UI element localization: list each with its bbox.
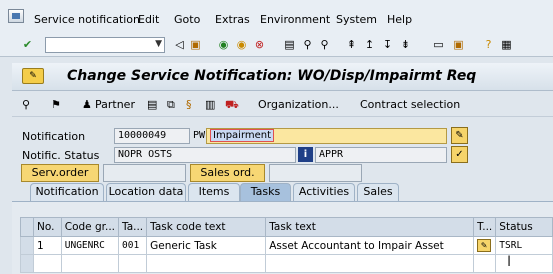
exit-icon[interactable]: ◉ [234, 37, 249, 52]
first-page-icon[interactable]: ⇞ [344, 37, 359, 52]
menu-system[interactable]: System [336, 13, 377, 26]
create-session-icon[interactable]: ▭ [431, 37, 446, 52]
select-all-cell[interactable] [19, 217, 35, 237]
tab-location-data[interactable]: Location data [106, 183, 186, 201]
tab-notification[interactable]: Notification [30, 183, 104, 201]
notification-text-field[interactable]: Impairment [206, 128, 447, 144]
column-header-task-text[interactable]: Task text [265, 217, 475, 237]
sales-order-button[interactable]: Sales ord. [190, 164, 265, 182]
find-next-icon[interactable]: ⚲ [317, 37, 332, 52]
cell-task[interactable]: 001 [118, 236, 148, 255]
copy-icon[interactable]: ⧉ [167, 98, 175, 112]
sap-menu-icon[interactable] [8, 9, 24, 23]
cell-task-code-text[interactable] [146, 254, 267, 273]
check-status-icon[interactable]: ✓ [451, 146, 468, 163]
contract-selection-button[interactable]: Contract selection [360, 98, 460, 111]
menu-environment[interactable]: Environment [260, 13, 330, 26]
money-icon[interactable]: § [186, 98, 192, 111]
status-info-label: i [303, 149, 308, 160]
print-icon[interactable]: ▤ [282, 37, 297, 52]
status-value: NOPR OSTS [118, 149, 173, 160]
chevron-down-icon[interactable]: ▼ [155, 39, 162, 49]
cancel-icon[interactable]: ⊗ [252, 37, 267, 52]
display-object-icon[interactable]: ⚲ [22, 98, 30, 111]
cell-no[interactable] [33, 254, 62, 273]
cell-task-text[interactable]: Asset Accountant to Impair Asset [265, 236, 475, 255]
prev-page-icon[interactable]: ↥ [362, 37, 377, 52]
partner-button[interactable]: Partner [95, 98, 135, 111]
menu-edit[interactable]: Edit [138, 13, 159, 26]
user-status-value: APPR [319, 149, 344, 160]
long-text-icon[interactable]: ✎ [451, 127, 468, 144]
menu-goto[interactable]: Goto [174, 13, 200, 26]
cell-code-group[interactable]: UNGENRC [60, 236, 120, 255]
cell-task-text[interactable] [265, 254, 475, 273]
list-icon[interactable]: ▥ [205, 98, 215, 111]
flag-icon[interactable]: ⚑ [51, 98, 61, 111]
find-icon[interactable]: ⚲ [300, 37, 315, 52]
back-icon[interactable]: ◁ [172, 37, 187, 52]
menu-extras[interactable]: Extras [215, 13, 250, 26]
table-row[interactable] [19, 254, 553, 273]
row-selector[interactable] [19, 236, 35, 255]
column-header-code-group[interactable]: Code gr... [60, 217, 120, 237]
tasks-table: No. Code gr... Ta... Task code text Task… [19, 217, 553, 273]
next-page-icon[interactable]: ↧ [380, 37, 395, 52]
tab-activities[interactable]: Activities [293, 183, 355, 201]
cell-task[interactable] [118, 254, 148, 273]
tab-tasks[interactable]: Tasks [240, 183, 291, 201]
application-toolbar: ⚲ ⚑ ♟ Partner ▤ ⧉ § ▥ ⛟ Organization... … [12, 93, 553, 117]
status-info-icon[interactable]: i [298, 147, 313, 162]
notification-type: PW [193, 130, 206, 141]
cell-long-text[interactable] [473, 254, 497, 273]
user-status-field: APPR [315, 147, 447, 163]
tab-sales[interactable]: Sales [357, 183, 399, 201]
serv-order-button[interactable]: Serv.order [21, 164, 99, 182]
status-field: NOPR OSTS [114, 147, 296, 163]
sales-order-field [269, 164, 362, 182]
notification-icon: ✎ [22, 68, 44, 84]
cell-status[interactable]: TSRL [495, 236, 553, 255]
menu-help[interactable]: Help [387, 13, 412, 26]
save-icon[interactable]: ▣ [188, 37, 203, 52]
text-cursor-icon: I [507, 254, 512, 270]
cell-no[interactable]: 1 [33, 236, 62, 255]
command-field[interactable]: ▼ [45, 37, 165, 53]
cell-task-code-text[interactable]: Generic Task [146, 236, 267, 255]
shortcut-icon[interactable]: ▣ [451, 37, 466, 52]
edit-long-text-icon[interactable]: ✎ [477, 239, 492, 252]
last-page-icon[interactable]: ⇟ [398, 37, 413, 52]
page-title: Change Service Notification: WO/Disp/Imp… [67, 68, 477, 84]
serv-order-field [103, 164, 186, 182]
enter-icon[interactable]: ✔ [20, 37, 35, 52]
title-bar: ✎ Change Service Notification: WO/Disp/I… [12, 63, 553, 91]
table-header-row: No. Code gr... Ta... Task code text Task… [19, 217, 553, 237]
column-header-long-text[interactable]: T... [473, 217, 497, 237]
cell-status[interactable] [495, 254, 553, 273]
notification-text: Impairment [210, 129, 275, 142]
customize-icon[interactable]: ▦ [499, 37, 514, 52]
cell-long-text[interactable]: ✎ [473, 236, 497, 255]
tab-items[interactable]: Items [188, 183, 240, 201]
truck-icon[interactable]: ⛟ [225, 98, 239, 113]
partner-icon[interactable]: ♟ [82, 98, 92, 111]
column-header-task-code-text[interactable]: Task code text [146, 217, 267, 237]
column-header-status[interactable]: Status [495, 217, 553, 237]
cell-code-group[interactable] [60, 254, 120, 273]
table-row[interactable]: 1 UNGENRC 001 Generic Task Asset Account… [19, 236, 553, 255]
status-label: Notific. Status [22, 149, 100, 162]
row-selector[interactable] [19, 254, 35, 273]
notification-number-field: 10000049 [114, 128, 190, 144]
back-green-icon[interactable]: ◉ [216, 37, 231, 52]
notification-label: Notification [22, 130, 86, 143]
organization-button[interactable]: Organization... [258, 98, 339, 111]
document-icon[interactable]: ▤ [147, 98, 157, 111]
column-header-task[interactable]: Ta... [118, 217, 148, 237]
notification-number: 10000049 [118, 130, 167, 141]
column-header-no[interactable]: No. [33, 217, 62, 237]
menu-service-notification[interactable]: Service notification [34, 13, 140, 26]
help-icon[interactable]: ? [481, 37, 496, 52]
